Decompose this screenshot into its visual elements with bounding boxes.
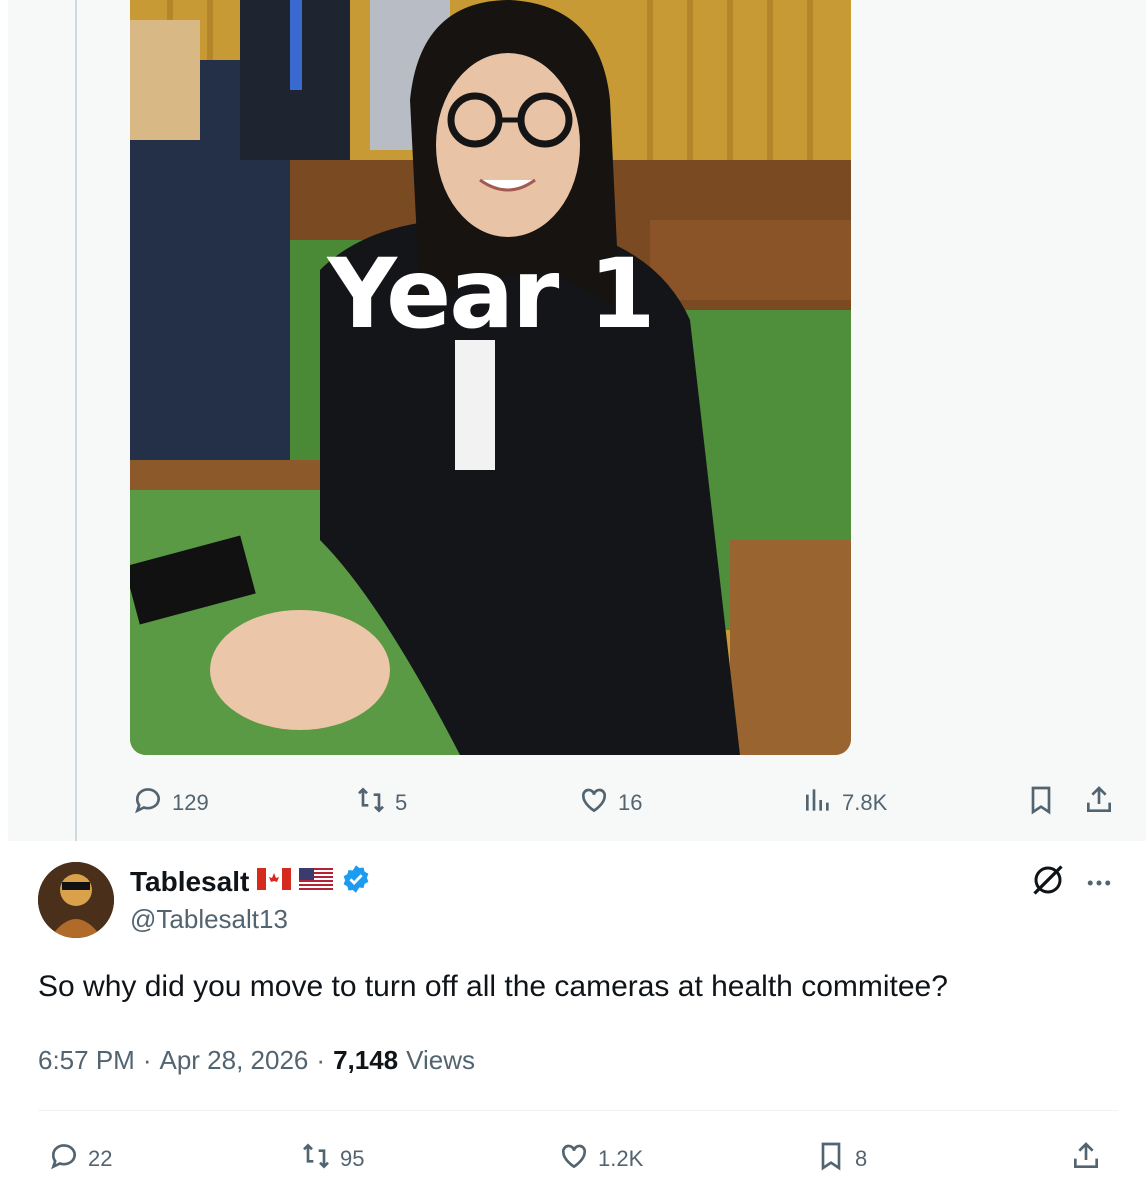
grok-icon[interactable] — [1030, 862, 1066, 903]
repost-button[interactable]: 5 — [355, 784, 407, 822]
views-count: 7.8K — [842, 790, 888, 815]
heart-icon — [578, 784, 610, 822]
reply-button[interactable]: 22 — [48, 1140, 112, 1178]
repost-count: 5 — [395, 790, 408, 815]
usa-flag-icon — [299, 868, 334, 895]
tweet-date[interactable]: Apr 28, 2026 — [160, 1045, 309, 1076]
repost-button[interactable]: 95 — [300, 1140, 364, 1178]
canada-flag-icon — [257, 868, 292, 895]
avatar[interactable] — [38, 862, 114, 938]
like-button[interactable]: 16 — [578, 784, 642, 822]
like-count: 16 — [618, 790, 643, 815]
reply-icon — [48, 1140, 80, 1178]
reply-count: 22 — [88, 1146, 113, 1171]
meta-separator: · — [142, 1045, 152, 1075]
share-button[interactable] — [1083, 784, 1115, 822]
verified-badge-icon — [341, 864, 371, 899]
repost-icon — [300, 1140, 332, 1178]
bookmark-button[interactable]: 8 — [815, 1140, 867, 1178]
display-name[interactable]: Tablesalt — [130, 866, 249, 898]
tweet-photo[interactable]: Year 1 — [130, 0, 851, 755]
reply-button[interactable]: 129 — [132, 784, 209, 822]
bookmark-count: 8 — [855, 1146, 868, 1171]
analytics-icon — [802, 784, 834, 822]
tweet-meta: 6:57 PM · Apr 28, 2026 · 7,148 Views — [38, 1045, 475, 1076]
reply-count: 129 — [172, 790, 209, 815]
tweet-text: So why did you move to turn off all the … — [38, 970, 948, 1003]
meta-separator: · — [316, 1045, 326, 1075]
views-label: Views — [406, 1045, 476, 1075]
bookmark-icon — [1025, 784, 1057, 822]
more-options-icon[interactable] — [1084, 868, 1114, 903]
divider — [38, 1110, 1118, 1111]
repost-icon — [355, 784, 387, 822]
bookmark-button[interactable] — [1025, 784, 1057, 822]
views-number: 7,148 — [333, 1045, 399, 1075]
views-button[interactable]: 7.8K — [802, 784, 887, 822]
bookmark-icon — [815, 1140, 847, 1178]
repost-count: 95 — [340, 1146, 365, 1171]
thread-line — [75, 0, 77, 841]
image-overlay-text: Year 1 — [327, 238, 655, 350]
reply-icon — [132, 784, 164, 822]
author-name-row[interactable]: Tablesalt — [130, 864, 371, 899]
share-icon — [1070, 1140, 1102, 1178]
share-button[interactable] — [1070, 1140, 1102, 1178]
like-count: 1.2K — [598, 1146, 644, 1171]
heart-icon — [558, 1140, 590, 1178]
share-icon — [1083, 784, 1115, 822]
like-button[interactable]: 1.2K — [558, 1140, 643, 1178]
tweet-time[interactable]: 6:57 PM — [38, 1045, 135, 1076]
handle[interactable]: @Tablesalt13 — [130, 904, 288, 935]
